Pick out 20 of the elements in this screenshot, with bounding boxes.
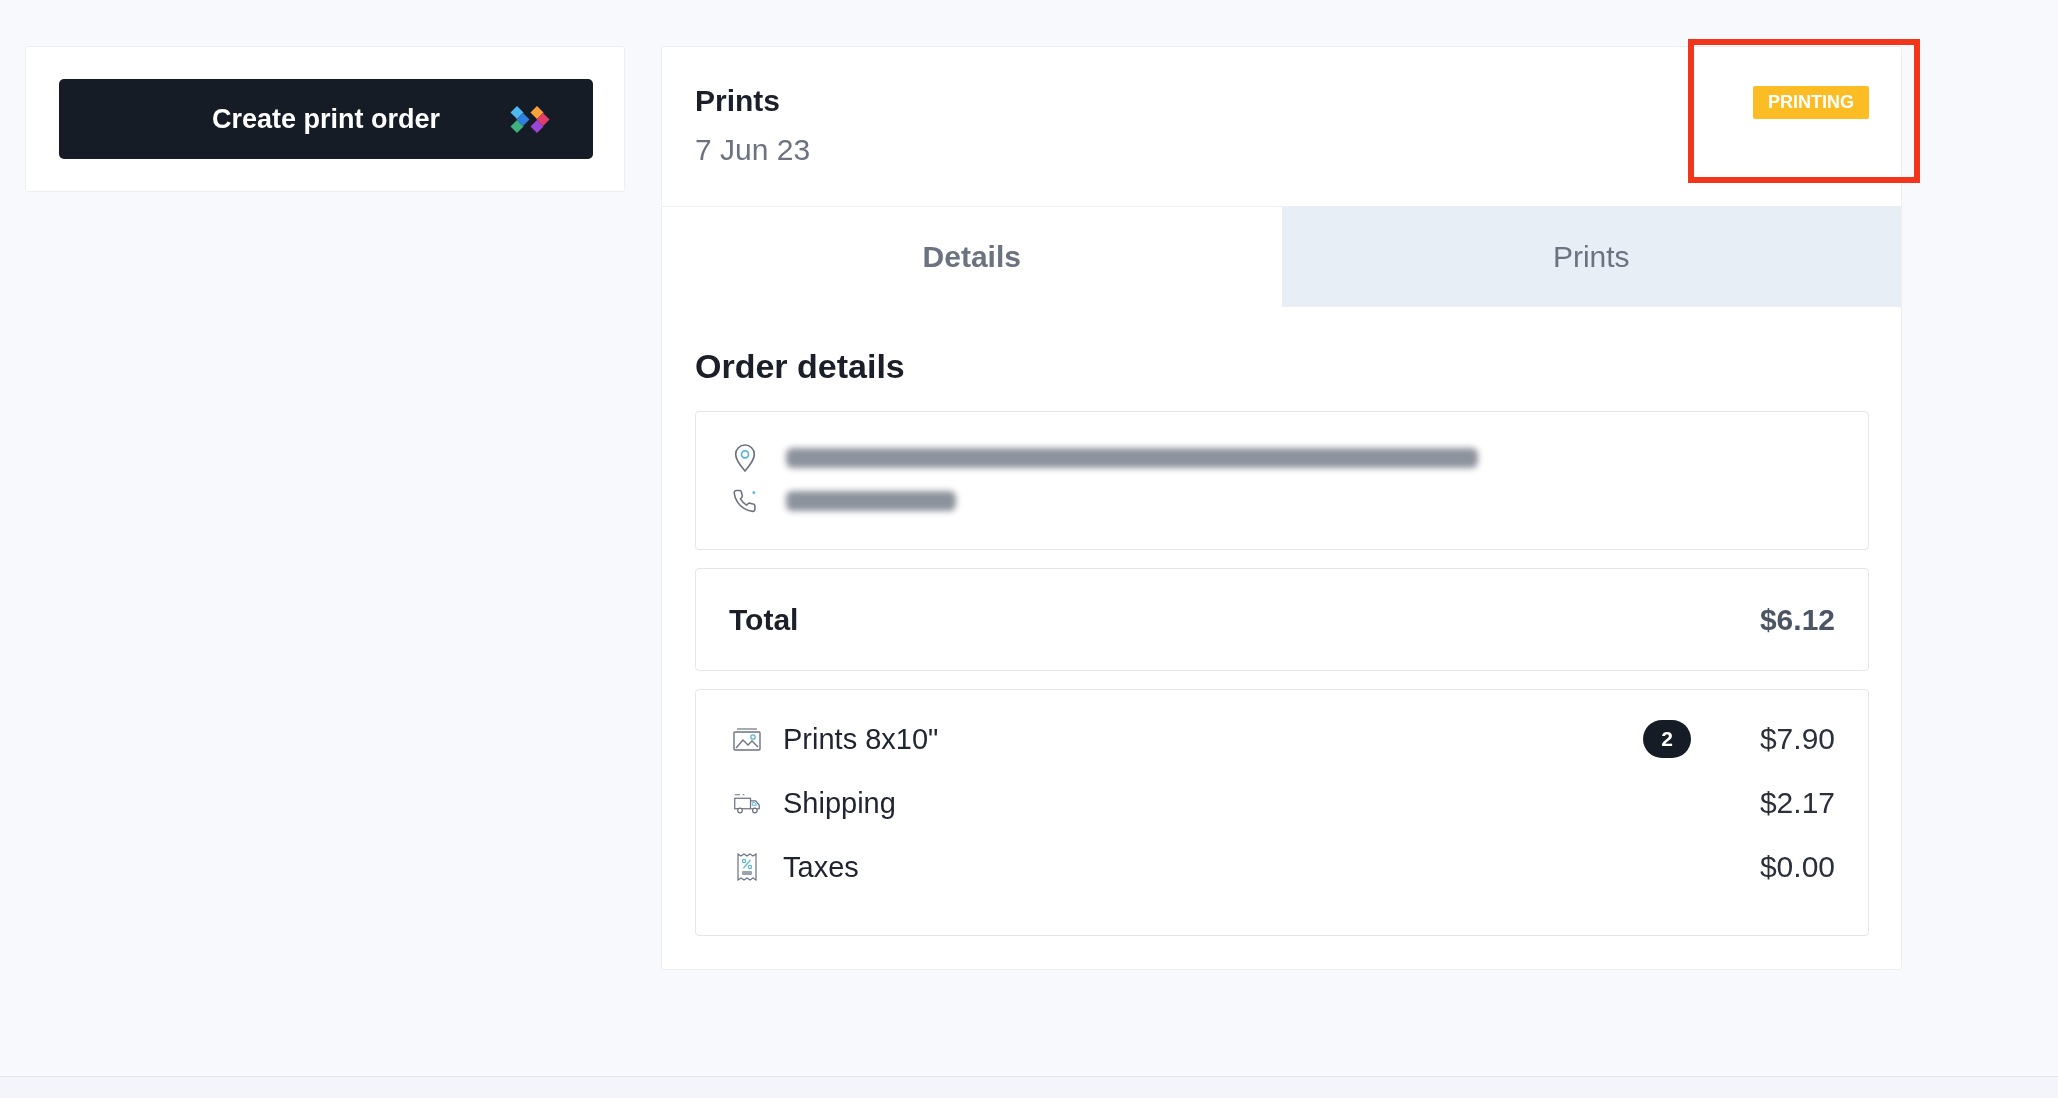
item-label: Shipping [783,786,897,820]
total-value: $6.12 [1759,602,1835,637]
item-price: $2.17 [1758,786,1835,820]
item-label: Prints 8x10" [783,722,940,756]
quantity-badge: 2 [1643,720,1691,758]
tab[interactable]: Prints [1281,207,1901,307]
receipt-icon [737,853,757,881]
truck-icon [733,791,761,815]
map-pin-icon [733,443,757,472]
item-price: $0.00 [1758,850,1835,884]
status-badge: PRINTING [1753,86,1869,119]
diamond-chevrons-icon [510,105,550,133]
order-title: Prints [695,83,782,119]
order-date: 7 Jun 23 [695,132,811,168]
total-label: Total [729,602,799,637]
item-price: $7.90 [1758,722,1835,756]
section-heading: Order details [695,346,906,387]
picture-icon [733,727,761,751]
create-print-order-button[interactable]: Create print order [59,79,593,159]
item-label: Taxes [783,850,860,884]
